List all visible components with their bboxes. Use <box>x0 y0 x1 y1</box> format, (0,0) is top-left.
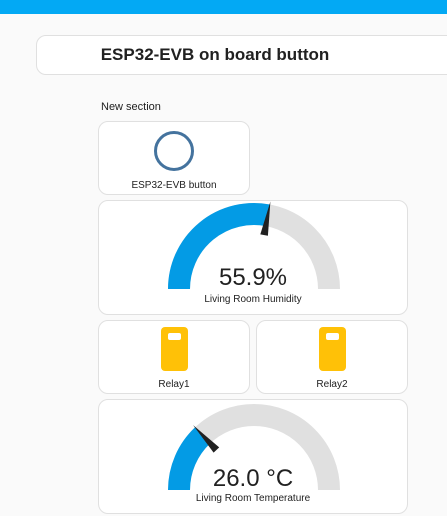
button-card[interactable]: ESP32-EVB button <box>98 121 250 195</box>
title-card: ESP32-EVB on board button <box>36 35 447 75</box>
relay2-label: Relay2 <box>316 379 348 390</box>
relay1-card[interactable]: Relay1 <box>98 320 250 394</box>
relay-icon[interactable] <box>319 327 346 371</box>
page-title: ESP32-EVB on board button <box>100 45 330 64</box>
humidity-value: 55.9% <box>218 264 288 291</box>
ring-icon[interactable] <box>154 131 194 171</box>
relay-icon-slot <box>168 333 181 340</box>
button-card-label: ESP32-EVB button <box>131 180 217 191</box>
section-heading: New section <box>101 101 161 113</box>
relay-icon[interactable] <box>161 327 188 371</box>
relay2-card[interactable]: Relay2 <box>256 320 408 394</box>
relay-icon-slot <box>326 333 339 340</box>
temperature-gauge-card[interactable]: 26.0 °C Living Room Temperature <box>98 399 408 514</box>
app-header-bar <box>0 0 447 14</box>
relay1-label: Relay1 <box>158 379 190 390</box>
temperature-label: Living Room Temperature <box>195 493 311 504</box>
humidity-label: Living Room Humidity <box>204 294 302 305</box>
temperature-value: 26.0 °C <box>212 465 294 492</box>
humidity-gauge-card[interactable]: 55.9% Living Room Humidity <box>98 200 408 315</box>
